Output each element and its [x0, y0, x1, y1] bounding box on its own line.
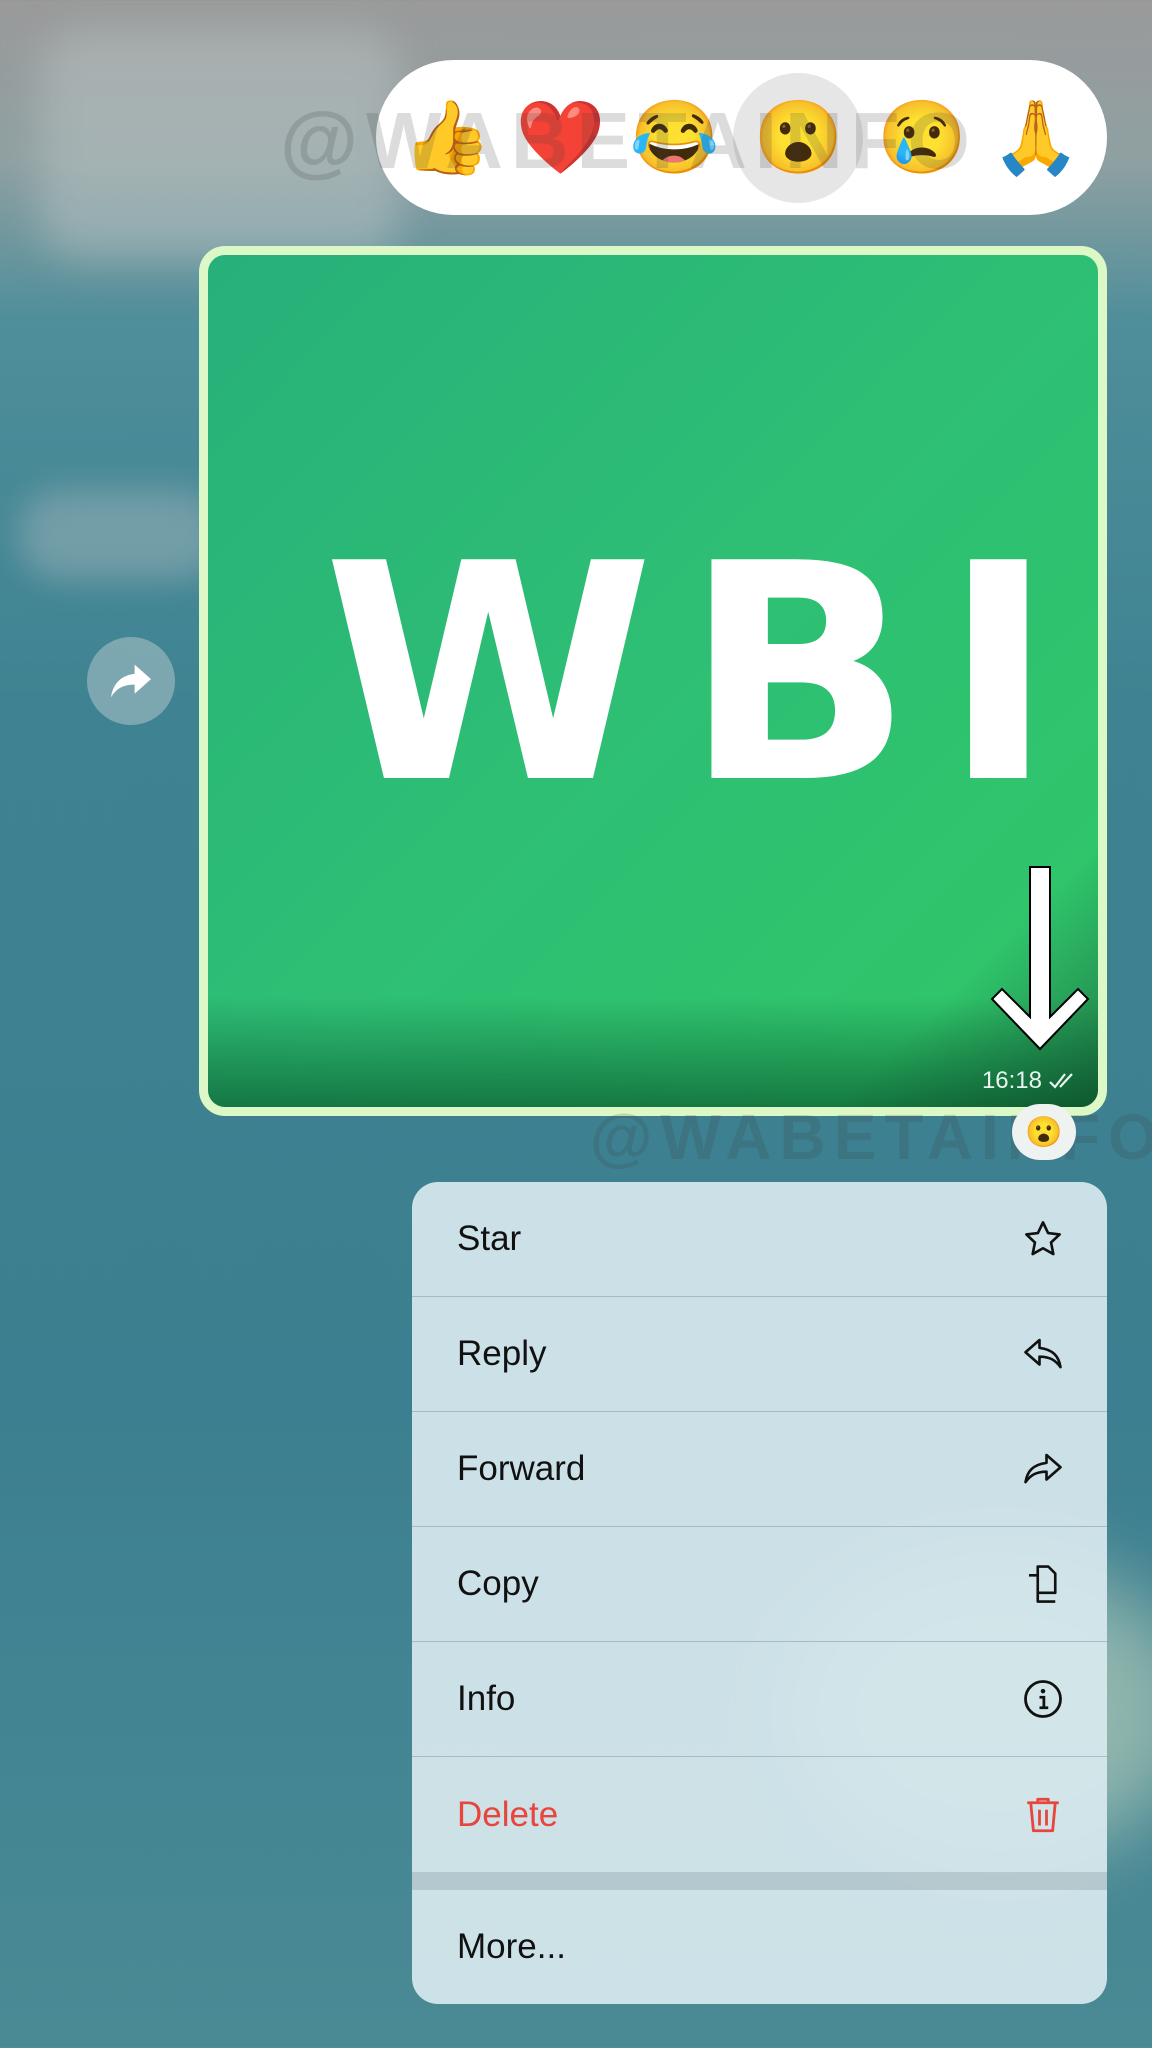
reaction-badge[interactable]: 😮: [1012, 1104, 1076, 1160]
menu-item-copy[interactable]: Copy: [412, 1527, 1107, 1642]
info-icon: [1021, 1677, 1065, 1721]
menu-label: More...: [457, 1927, 566, 1966]
menu-item-forward[interactable]: Forward: [412, 1412, 1107, 1527]
message-time: 16:18: [981, 1067, 1042, 1094]
menu-separator: [412, 1872, 1107, 1890]
menu-item-delete[interactable]: Delete: [412, 1757, 1107, 1872]
copy-icon: [1021, 1562, 1065, 1606]
down-arrow-annotation: [990, 866, 1090, 1051]
watermark: @WABETAINFO: [280, 96, 978, 185]
star-icon: [1021, 1217, 1065, 1261]
blurred-background: [20, 490, 220, 580]
forward-icon: [1021, 1447, 1065, 1491]
reply-icon: [1021, 1332, 1065, 1376]
reaction-folded-hands[interactable]: 🙏: [981, 83, 1091, 193]
trash-icon: [1021, 1793, 1065, 1837]
context-menu: Star Reply Forward Copy Info Delete More…: [412, 1182, 1107, 2004]
menu-label: Copy: [457, 1564, 539, 1603]
menu-label: Star: [457, 1219, 522, 1258]
forward-icon: [111, 664, 151, 698]
menu-item-reply[interactable]: Reply: [412, 1297, 1107, 1412]
menu-label: Delete: [457, 1794, 559, 1834]
image-message-bubble[interactable]: WBI 16:18: [199, 246, 1107, 1116]
image-logo-text: WBI: [323, 500, 1085, 849]
menu-label: Reply: [457, 1334, 547, 1373]
menu-item-info[interactable]: Info: [412, 1642, 1107, 1757]
menu-label: Info: [457, 1679, 516, 1718]
message-meta: 16:18: [982, 1067, 1078, 1095]
menu-item-more[interactable]: More...: [412, 1890, 1107, 2004]
double-check-icon: [1049, 1073, 1073, 1089]
menu-label: Forward: [457, 1449, 586, 1488]
image-shade: [208, 997, 1098, 1107]
forward-shortcut-button[interactable]: [87, 637, 175, 725]
menu-item-star[interactable]: Star: [412, 1182, 1107, 1297]
